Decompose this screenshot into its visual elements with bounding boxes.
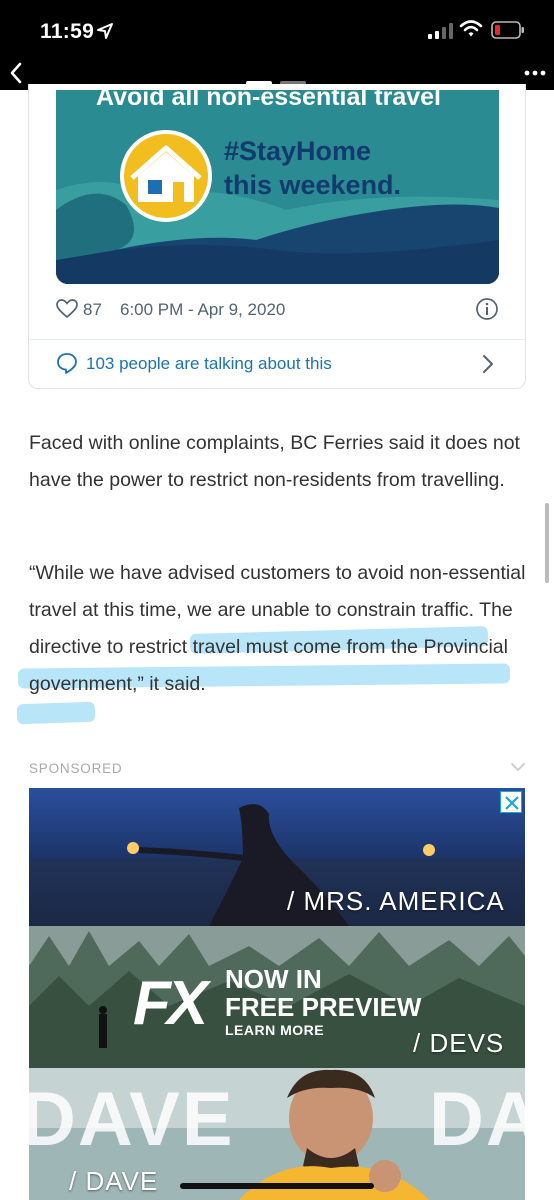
tweet-divider <box>29 339 526 340</box>
info-icon[interactable] <box>475 297 499 321</box>
ad-dave-wordmark: DA <box>429 1077 525 1162</box>
home-indicator[interactable] <box>180 1183 374 1189</box>
ad-show-title: / DAVE <box>69 1166 159 1196</box>
article-quote-paragraph: “While we have advised customers to avoi… <box>29 562 526 695</box>
tweet-meta-row: 87 6:00 PM - Apr 9, 2020 <box>56 296 499 326</box>
talking-about-link[interactable]: 103 people are talking about this <box>56 350 499 378</box>
highlight-mark <box>16 701 96 725</box>
talking-about-label: 103 people are talking about this <box>86 354 332 373</box>
ad-panel-mrs-america: / MRS. AMERICA <box>29 788 525 926</box>
location-arrow-icon <box>97 23 113 39</box>
more-options-icon[interactable] <box>524 68 546 78</box>
battery-low-icon <box>491 21 524 39</box>
sponsored-ad[interactable]: / MRS. AMERICA FX NOW IN FREE PREVIEW LE… <box>29 788 525 1200</box>
tweet-timestamp[interactable]: 6:00 PM - Apr 9, 2020 <box>120 300 285 320</box>
status-time: 11:59 <box>40 20 95 43</box>
chevron-right-icon <box>483 355 493 373</box>
wifi-icon <box>459 20 483 37</box>
ad-show-title: / MRS. AMERICA <box>287 886 505 916</box>
scrollbar-thumb[interactable] <box>545 503 549 583</box>
tweet-image-subtitle: this weekend. <box>224 170 402 200</box>
tweet-image-title: Avoid all non-essential travel <box>96 90 442 111</box>
ad-show-title: / DEVS <box>413 1028 505 1058</box>
fx-headline: NOW IN <box>225 964 322 994</box>
status-bar: 11:59 <box>0 0 554 58</box>
heart-icon[interactable] <box>56 299 78 319</box>
sponsored-label: SPONSORED <box>29 761 123 776</box>
like-count: 87 <box>83 300 102 319</box>
tweet-image-hashtag: #StayHome <box>224 136 372 166</box>
embedded-tweet[interactable]: Avoid all non-essential travel #StayHome… <box>28 84 526 389</box>
ad-close-button[interactable] <box>500 791 522 813</box>
fx-learn-more[interactable]: LEARN MORE <box>225 1022 324 1038</box>
article-paragraph: Faced with online complaints, BC Ferries… <box>29 432 520 491</box>
fx-headline: FREE PREVIEW <box>225 992 422 1022</box>
close-icon <box>505 796 519 810</box>
speech-bubble-icon <box>57 353 77 374</box>
fx-logo: FX <box>133 969 208 1038</box>
cellular-signal-icon <box>428 23 453 39</box>
tweet-image[interactable]: Avoid all non-essential travel #StayHome… <box>56 90 499 284</box>
back-chevron-icon[interactable] <box>6 60 26 86</box>
ad-dave-wordmark: DAVE <box>29 1077 235 1162</box>
chevron-down-icon[interactable] <box>510 760 526 774</box>
